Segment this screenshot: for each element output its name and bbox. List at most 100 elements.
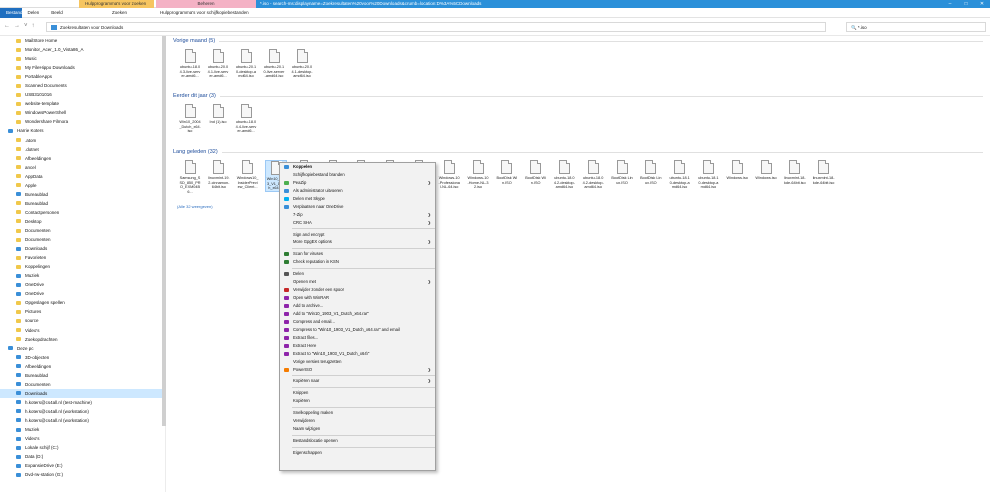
file-item[interactable]: ubuntu-18.04.4-live-server-amd6... bbox=[235, 104, 257, 134]
tab-beeld[interactable]: Beeld bbox=[45, 8, 69, 17]
menu-item[interactable]: Schijfkopiebestand branden bbox=[280, 171, 435, 179]
menu-item[interactable]: Open with WinRAR bbox=[280, 294, 435, 302]
sidebar-item[interactable]: Data (D:) bbox=[0, 452, 165, 461]
sidebar-item[interactable]: Downloads bbox=[0, 388, 165, 398]
sidebar-item[interactable]: Downloads bbox=[0, 244, 165, 253]
menu-item[interactable]: PowerISO ❯ bbox=[280, 366, 435, 374]
menu-item[interactable]: Add to "Win10_1903_V1_Dutch_x64.rar" bbox=[280, 310, 435, 318]
sidebar-item[interactable]: h.koters@cs4all.nl (test-machine) bbox=[0, 398, 165, 407]
sidebar-item[interactable]: Video's bbox=[0, 434, 165, 443]
file-item[interactable]: Windows.iso bbox=[755, 160, 777, 181]
menu-item[interactable]: Kopiëren bbox=[280, 397, 435, 405]
sidebar-item[interactable]: Documenten bbox=[0, 380, 165, 389]
menu-item[interactable]: Compress and email... bbox=[280, 318, 435, 326]
forward-icon[interactable]: → bbox=[14, 23, 20, 29]
sidebar-item[interactable]: Scanned Documents bbox=[0, 81, 165, 90]
tab-delen[interactable]: Delen bbox=[22, 8, 46, 17]
file-item[interactable]: Samsung_SSD_850_PRO_EXM04B6... bbox=[179, 160, 201, 194]
sidebar-item[interactable]: Muziek bbox=[0, 271, 165, 280]
sidebar-item[interactable]: USB3101016 bbox=[0, 90, 165, 99]
sidebar-item[interactable]: Muziek bbox=[0, 425, 165, 434]
sidebar-item[interactable]: .atom bbox=[0, 136, 165, 145]
sidebar-scrollbar[interactable] bbox=[162, 36, 166, 426]
menu-item[interactable]: Kopiëren naar ❯ bbox=[280, 377, 435, 385]
group-header-long-ago[interactable]: Lang geleden (32) bbox=[173, 149, 983, 155]
file-item[interactable]: ubuntu-18.04.3-live-server-amd6... bbox=[179, 49, 201, 79]
sidebar-item[interactable]: Video's bbox=[0, 326, 165, 335]
menu-item[interactable]: Verwijderen bbox=[280, 417, 435, 425]
menu-item[interactable]: Check reputation in KSN bbox=[280, 258, 435, 266]
file-item[interactable]: BootDisk Linux.ISO bbox=[640, 160, 662, 185]
menu-item[interactable]: Openen met ❯ bbox=[280, 278, 435, 286]
menu-item[interactable]: Koppelen bbox=[280, 163, 435, 171]
sidebar-item[interactable]: h.koters@cs4all.nl (workstation) bbox=[0, 407, 165, 416]
sidebar-item[interactable]: Favorieten bbox=[0, 253, 165, 262]
sidebar-item[interactable]: 3D-objecten bbox=[0, 353, 165, 362]
file-item[interactable]: ubuntu-20.10-live-server-amd64.iso bbox=[263, 49, 285, 79]
sidebar-item[interactable]: ExpansieDrive (E:) bbox=[0, 461, 165, 470]
back-icon[interactable]: ← bbox=[4, 23, 10, 29]
sidebar-item[interactable]: WindowsPowerShell bbox=[0, 108, 165, 117]
sidebar-item[interactable]: Apple bbox=[0, 181, 165, 190]
sidebar-item[interactable]: Lokale schijf (C:) bbox=[0, 443, 165, 452]
file-item[interactable]: ubuntu-18.10-desktop-amd64.iso bbox=[669, 160, 691, 190]
menu-item[interactable]: Verplaatsen naar OneDrive bbox=[280, 203, 435, 211]
sidebar-item[interactable]: h.koters@cs4all.nl (workstation) bbox=[0, 416, 165, 425]
sidebar-item[interactable]: Deze pc bbox=[0, 344, 165, 353]
ctx-tab-manage[interactable]: Beheren bbox=[156, 0, 256, 8]
file-item[interactable]: Windows-10-Professional-NL-64.iso bbox=[438, 160, 460, 190]
sidebar-item[interactable]: Bureaublad bbox=[0, 199, 165, 208]
menu-item[interactable]: Compress to "Win10_1903_V1_Dutch_x64.rar… bbox=[280, 326, 435, 334]
sidebar-item[interactable]: My FileHippo Downloads bbox=[0, 63, 165, 72]
sidebar-item[interactable]: Bureaublad bbox=[0, 371, 165, 380]
menu-item[interactable]: Sign and encrypt bbox=[280, 231, 435, 239]
sidebar-item[interactable]: website-template bbox=[0, 99, 165, 108]
sidebar-item[interactable]: Afbeeldingen bbox=[0, 154, 165, 163]
sidebar-item[interactable]: .dotnet bbox=[0, 145, 165, 154]
menu-item[interactable]: 7-Zip ❯ bbox=[280, 211, 435, 219]
sidebar-item[interactable]: MailStore Home bbox=[0, 36, 165, 45]
sidebar-item[interactable]: Dvd-rw-station (G:) bbox=[0, 470, 165, 479]
file-item[interactable]: linuxmint-18-kde-64bit.iso bbox=[813, 160, 835, 185]
sidebar-item[interactable]: Documenten bbox=[0, 235, 165, 244]
tab-zoeken[interactable]: Zoeken bbox=[112, 8, 127, 18]
sidebar-item[interactable]: Afbeeldingen bbox=[0, 362, 165, 371]
menu-item[interactable]: Verwijder zonder een spoor bbox=[280, 286, 435, 294]
sidebar-item[interactable]: Harrie Koters bbox=[0, 126, 165, 135]
file-item[interactable]: BootDisk Win.ISO bbox=[525, 160, 547, 185]
up-icon[interactable]: ↑ bbox=[32, 23, 35, 29]
tab-disc-tools[interactable]: Hulpprogramma's voor schijfkopiebestande… bbox=[160, 8, 249, 18]
file-item[interactable]: ubuntu-20.10-desktop-amd64.iso bbox=[235, 49, 257, 79]
file-item[interactable]: Windows.iso bbox=[726, 160, 748, 181]
menu-item[interactable]: Snelkoppeling maken bbox=[280, 409, 435, 417]
sidebar-item[interactable]: Opgeslagen spellen bbox=[0, 298, 165, 307]
sidebar-item[interactable]: ancel bbox=[0, 163, 165, 172]
address-bar[interactable]: Zoekresultaten voor Downloads bbox=[46, 22, 826, 32]
sidebar-item[interactable]: Pictures bbox=[0, 307, 165, 316]
file-item[interactable]: Win10_2004_Dutch_x64.iso bbox=[179, 104, 201, 134]
sidebar-item[interactable]: Contactpersonen bbox=[0, 208, 165, 217]
minimize-icon[interactable]: – bbox=[942, 0, 958, 8]
show-all-link[interactable]: (Alle 32 weergeven) bbox=[177, 204, 213, 209]
search-input[interactable]: 🔍 *.iso bbox=[846, 22, 986, 32]
menu-item[interactable]: Knippen bbox=[280, 389, 435, 397]
file-item[interactable]: BootDisk Linux.ISO bbox=[611, 160, 633, 185]
menu-item[interactable]: Add to archive... bbox=[280, 302, 435, 310]
file-item[interactable]: BootDisk Win.ISO bbox=[496, 160, 518, 185]
sidebar-item[interactable]: OneDrive bbox=[0, 289, 165, 298]
menu-item[interactable]: Extract to "Win10_1903_V1_Dutch_x64\" bbox=[280, 350, 435, 358]
file-item[interactable]: ubuntu-20.04.1-desktop-amd64.iso bbox=[291, 49, 313, 79]
file-item[interactable]: ubuntu-18.04.2-desktop-amd64.iso bbox=[553, 160, 575, 190]
menu-item[interactable]: Naam wijzigen bbox=[280, 425, 435, 433]
group-header-previous-month[interactable]: Vorige maand (5) bbox=[173, 38, 983, 44]
file-item[interactable]: linuxmint-18-kde-64bit.iso bbox=[784, 160, 806, 185]
file-item[interactable]: linuxmint-19.2-cinnamon-64bit.iso bbox=[208, 160, 230, 190]
menu-item[interactable]: Scan for viruses bbox=[280, 250, 435, 258]
sidebar-item[interactable]: Desktop bbox=[0, 217, 165, 226]
close-icon[interactable]: ✕ bbox=[974, 0, 990, 8]
menu-item[interactable]: Vorige versies terugzetten bbox=[280, 358, 435, 366]
menu-item[interactable]: More GpgEX options ❯ bbox=[280, 238, 435, 246]
file-item[interactable]: Ind (1).iso bbox=[207, 104, 229, 125]
sidebar-item[interactable]: source bbox=[0, 316, 165, 325]
menu-item[interactable]: Als administrator uitvoeren bbox=[280, 187, 435, 195]
